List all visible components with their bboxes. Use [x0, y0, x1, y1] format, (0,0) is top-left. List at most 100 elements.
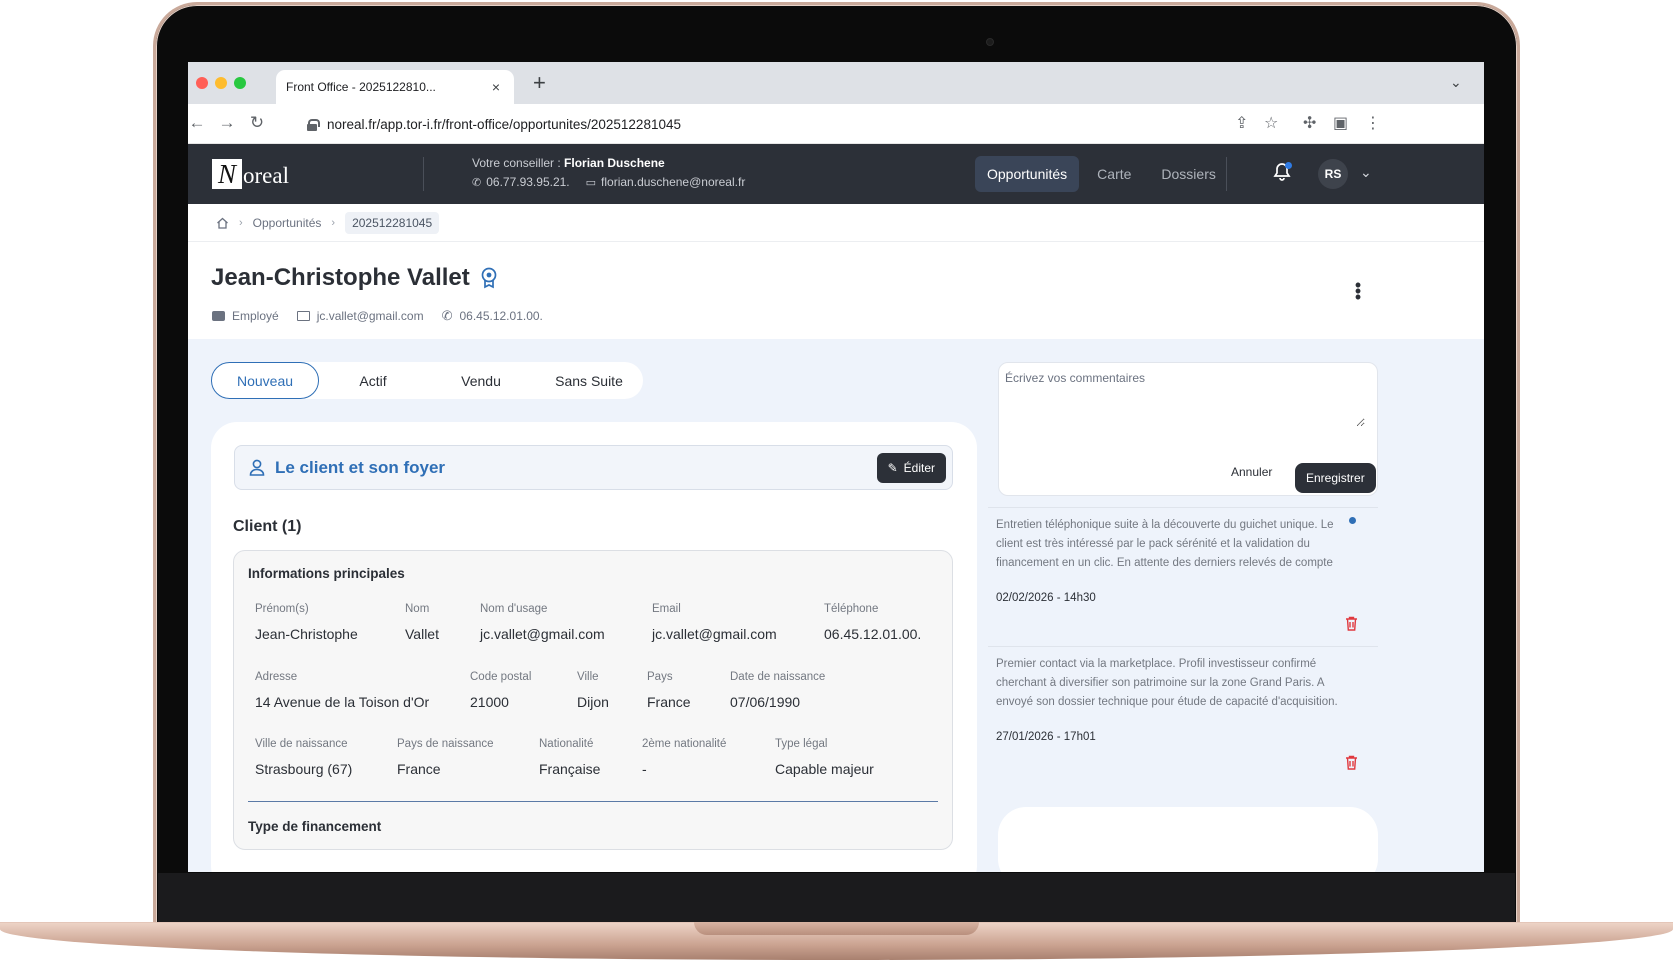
- laptop-notch: [694, 922, 979, 935]
- trash-icon[interactable]: [1345, 755, 1358, 770]
- forward-arrow-icon[interactable]: →: [216, 113, 238, 133]
- breadcrumb-current: 202512281045: [345, 211, 440, 234]
- breadcrumb-opportunites[interactable]: Opportunités: [253, 216, 322, 230]
- field-ville-naissance: Ville de naissance Strasbourg (67): [255, 738, 352, 777]
- notification-bell-icon[interactable]: [1273, 162, 1293, 184]
- breadcrumb: › Opportunités › 202512281045: [188, 204, 1484, 242]
- unread-dot: [1349, 517, 1356, 524]
- close-window-icon[interactable]: [196, 77, 208, 89]
- field-value: 07/06/1990: [730, 694, 801, 710]
- advisor-name: Florian Duschene: [564, 156, 665, 170]
- client-email[interactable]: jc.vallet@gmail.com: [317, 309, 424, 323]
- maximize-window-icon[interactable]: [234, 77, 246, 89]
- next-card: [998, 807, 1378, 872]
- screen: Front Office - 2025122810... × + ⌄ ← → ↻…: [188, 62, 1484, 872]
- advisor-phone[interactable]: 06.77.93.95.21.: [486, 175, 569, 189]
- tab-actif[interactable]: Actif: [319, 362, 427, 399]
- comment-text: Premier contact via la marketplace. Prof…: [996, 658, 1338, 708]
- noreal-logo[interactable]: N oreal: [212, 159, 289, 189]
- logo-wordmark: oreal: [243, 163, 289, 188]
- trash-icon[interactable]: [1345, 616, 1358, 631]
- tab-nouveau[interactable]: Nouveau: [211, 362, 319, 399]
- cancel-button[interactable]: Annuler: [1231, 465, 1272, 479]
- comment-date: 02/02/2026 - 14h30: [996, 592, 1096, 604]
- client-count: Client (1): [233, 518, 302, 535]
- tab-close-icon[interactable]: ×: [488, 79, 504, 95]
- nav-opportunites[interactable]: Opportunités: [975, 156, 1080, 192]
- field-value: 06.45.12.01.00.: [824, 626, 922, 642]
- field-label: Nationalité: [539, 738, 594, 750]
- message-icon: ▭: [585, 176, 597, 189]
- field-label: Type légal: [775, 738, 828, 750]
- client-phone[interactable]: 06.45.12.01.00.: [459, 309, 542, 323]
- field-label: Date de naissance: [730, 671, 826, 683]
- client-status: Employé: [232, 309, 279, 323]
- reload-icon[interactable]: ↻: [246, 113, 268, 133]
- tab-title: Front Office - 2025122810...: [286, 80, 436, 94]
- field-prenom: Prénom(s) Jean-Christophe: [255, 603, 358, 642]
- new-tab-icon[interactable]: +: [533, 72, 546, 94]
- tab-vendu[interactable]: Vendu: [427, 362, 535, 399]
- sidebar-panel-icon[interactable]: ▣: [1333, 113, 1348, 133]
- advisor-email[interactable]: florian.duschene@noreal.fr: [601, 175, 745, 189]
- lock-icon: [307, 118, 320, 131]
- status-tabs: Nouveau Actif Vendu Sans Suite: [211, 362, 643, 399]
- field-telephone: Téléphone 06.45.12.01.00.: [824, 603, 921, 642]
- section-title: Le client et son foyer: [275, 457, 446, 477]
- phone-icon: ✆: [441, 308, 453, 323]
- section-divider: [248, 801, 938, 802]
- field-label: Nom: [405, 603, 430, 615]
- comment-text: Entretien téléphonique suite à la découv…: [996, 519, 1334, 569]
- browser-tabbar: Front Office - 2025122810... × + ⌄: [188, 62, 1484, 104]
- field-value: -: [642, 761, 647, 777]
- field-nom-usage: Nom d'usage jc.vallet@gmail.com: [480, 603, 605, 642]
- edit-button[interactable]: ✎ Éditer: [876, 453, 946, 483]
- share-icon[interactable]: ⇪: [1235, 113, 1248, 133]
- browser-tab[interactable]: Front Office - 2025122810... ×: [276, 70, 514, 104]
- field-value: jc.vallet@gmail.com: [480, 626, 605, 642]
- field-label: Adresse: [255, 671, 298, 683]
- field-pays-naissance: Pays de naissance France: [397, 738, 494, 777]
- more-options-icon[interactable]: • • •: [1354, 276, 1362, 306]
- minimize-window-icon[interactable]: [215, 77, 227, 89]
- field-nationalite-2: 2ème nationalité -: [642, 738, 726, 777]
- tab-sans-suite[interactable]: Sans Suite: [535, 362, 643, 399]
- field-value: France: [647, 694, 691, 710]
- field-value: 21000: [470, 694, 509, 710]
- home-icon[interactable]: [216, 217, 229, 229]
- nav-carte[interactable]: Carte: [1085, 156, 1143, 192]
- main-info-box: Informations principales Prénom(s) Jean-C…: [233, 550, 953, 850]
- mail-icon: [296, 311, 310, 321]
- divider: [423, 157, 424, 191]
- phone-icon: ✆: [472, 176, 482, 189]
- field-label: Pays de naissance: [397, 738, 494, 750]
- field-label: Code postal: [470, 671, 532, 683]
- comment-editor: Annuler Enregistrer: [998, 362, 1378, 496]
- bookmark-star-icon[interactable]: ☆: [1264, 113, 1278, 133]
- field-label: Nom d'usage: [480, 603, 548, 615]
- browser-menu-icon[interactable]: ⋮: [1365, 113, 1381, 133]
- award-badge-icon: [481, 267, 497, 289]
- section-header: Le client et son foyer ✎ Éditer: [234, 445, 953, 490]
- chevron-down-icon[interactable]: ⌄: [1360, 164, 1372, 181]
- extensions-puzzle-icon[interactable]: ✣: [1303, 113, 1316, 133]
- back-arrow-icon[interactable]: ←: [188, 113, 208, 133]
- save-button[interactable]: Enregistrer: [1295, 463, 1376, 493]
- field-value: Jean-Christophe: [255, 626, 358, 642]
- camera-icon: [986, 38, 994, 46]
- user-avatar[interactable]: RS: [1318, 159, 1348, 189]
- tab-list-chevron-icon[interactable]: ⌄: [1450, 74, 1462, 91]
- nav-dossiers[interactable]: Dossiers: [1149, 156, 1227, 192]
- field-value: Française: [539, 761, 601, 777]
- field-ville: Ville Dijon: [577, 671, 609, 710]
- main-nav: Opportunités Carte Dossiers: [975, 156, 1228, 192]
- field-value: Vallet: [405, 626, 439, 642]
- field-label: Téléphone: [824, 603, 879, 615]
- field-email: Email jc.vallet@gmail.com: [652, 603, 777, 642]
- browser-toolbar: ← → ↻ noreal.fr/app.tor-i.fr/front-offic…: [188, 104, 1484, 144]
- client-title: Jean-Christophe Vallet: [211, 264, 498, 292]
- logo-mark: N: [212, 159, 242, 189]
- field-label: Email: [652, 603, 681, 615]
- field-pays: Pays France: [647, 671, 691, 710]
- comment-input[interactable]: [1005, 371, 1365, 427]
